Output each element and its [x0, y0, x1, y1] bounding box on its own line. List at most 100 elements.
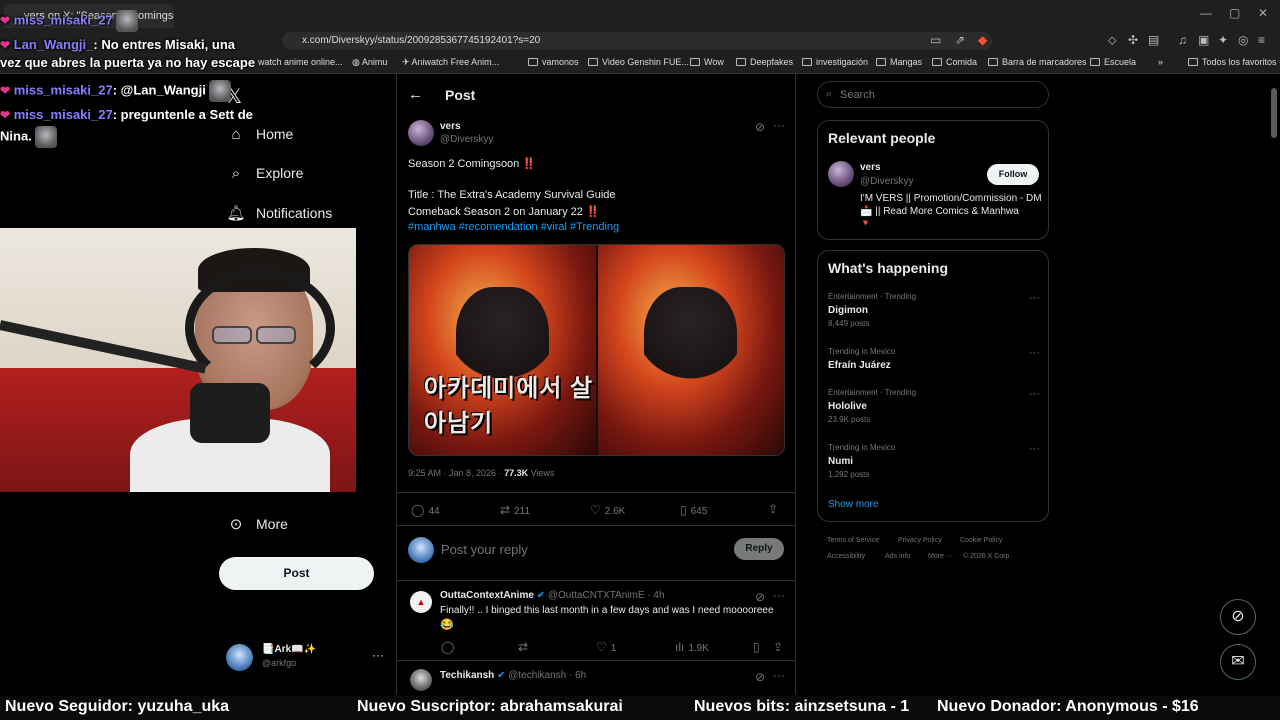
bookmark-folder[interactable]: Comida [932, 57, 977, 67]
bookmark-folder[interactable]: Mangas [876, 57, 922, 67]
reply-input[interactable]: Post your reply [441, 542, 528, 557]
footer-link[interactable]: Privacy Policy [898, 537, 942, 544]
trend-more-icon[interactable]: ··· [1029, 292, 1040, 304]
sidebar-icon[interactable]: ▤ [1148, 33, 1159, 47]
leo-icon[interactable]: ✦ [1218, 33, 1228, 47]
reply-views-action[interactable]: ılı 1.9K [675, 640, 709, 654]
grok-icon[interactable]: ⊘ [755, 120, 765, 134]
person-avatar[interactable] [828, 161, 854, 187]
footer-link[interactable]: Terms of Service [827, 537, 879, 544]
music-icon[interactable]: ♫ [1178, 33, 1187, 47]
account-switcher[interactable]: 📑Ark📖✨ @arkfgo ··· [226, 644, 384, 674]
folder-icon [802, 58, 812, 66]
reply-author-name[interactable]: OuttaContextAnime [440, 590, 534, 601]
grok-icon[interactable]: ⊘ [755, 590, 765, 604]
wallet-icon[interactable]: ▣ [1198, 33, 1209, 47]
author-handle[interactable]: @Diverskyy [440, 134, 494, 145]
repost-action[interactable]: ⇄ 211 [500, 503, 530, 517]
reply-button[interactable]: Reply [734, 538, 784, 560]
trend-item[interactable]: Trending in Mexico Numi 1,292 posts ··· [828, 443, 1040, 483]
tweet-media[interactable]: 아카데미에서 살아남기 [408, 244, 785, 456]
bookmark-folder[interactable]: vamonos [528, 57, 579, 67]
tweet-timestamp[interactable]: 9:25 AM · Jan 8, 2026 · [408, 468, 504, 478]
footer-link[interactable]: More ··· [928, 553, 953, 560]
footer-link[interactable]: Ads info [885, 553, 910, 560]
reply-author-handle[interactable]: @techikansh · 6h [508, 670, 586, 681]
all-bookmarks[interactable]: Todos los favoritos [1188, 57, 1277, 67]
reply-bookmark-action[interactable]: ▯ [753, 640, 764, 654]
close-window-icon[interactable]: ✕ [1258, 6, 1268, 20]
nav-home[interactable]: ⌂ Home [226, 126, 293, 143]
bookmark-label: Barra de marcadores [1002, 57, 1087, 67]
bookmark-folder[interactable]: Wow [690, 57, 724, 67]
back-arrow-icon[interactable]: ← [408, 86, 423, 103]
bookmark-item[interactable]: watch anime online... [258, 57, 343, 67]
share-icon[interactable]: ⇗ [955, 33, 965, 47]
emote-icon [35, 126, 58, 148]
post-button[interactable]: Post [219, 557, 374, 590]
screenshot-icon[interactable]: ▭ [930, 33, 941, 47]
share-action[interactable]: ⇪ [768, 502, 782, 516]
bio-emoji: 🔻 [860, 218, 872, 228]
trend-item[interactable]: Entertainment · Trending Hololive 23.9K … [828, 388, 1040, 428]
more-bookmarks-icon[interactable]: » [1158, 57, 1163, 67]
nav-more[interactable]: ⊙ More [226, 515, 288, 533]
nav-explore[interactable]: ⌕ Explore [226, 165, 304, 182]
menu-icon[interactable]: ≡ [1258, 33, 1265, 47]
show-more-link[interactable]: Show more [828, 499, 879, 510]
reply-more-icon[interactable]: ··· [773, 588, 785, 602]
address-bar[interactable]: x.com/Diverskyy/status/20092853677451924… [282, 32, 992, 50]
messages-fab-icon[interactable]: ✉ [1220, 644, 1256, 680]
bookmark-globe-icon: ◍ [352, 57, 362, 67]
bookmark-item[interactable]: ✈ Aniwatch Free Anim... [402, 57, 499, 68]
scrollbar-thumb[interactable] [1271, 88, 1277, 138]
reply-like-action[interactable]: ♡ 1 [596, 640, 616, 654]
reply-comment-action[interactable]: ◯ [441, 640, 458, 654]
tweet-hashtags[interactable]: #manhwa #recomendation #viral #Trending [408, 221, 619, 233]
person-name[interactable]: vers [860, 162, 881, 173]
vpn-icon[interactable]: ◎ [1238, 33, 1248, 47]
media-image-left[interactable]: 아카데미에서 살아남기 [409, 245, 596, 455]
bookmark-item[interactable]: ◍ Animu [352, 57, 387, 68]
account-more-icon[interactable]: ··· [372, 648, 384, 662]
footer-link[interactable]: Accessibility [827, 553, 865, 560]
puzzle-icon[interactable]: ✣ [1128, 33, 1138, 47]
grok-icon[interactable]: ⊘ [755, 670, 765, 684]
bookmark-action[interactable]: ▯ 645 [680, 503, 707, 517]
brave-shield-icon[interactable]: ◆ [978, 33, 987, 47]
bookmark-folder[interactable]: Video Genshin FUE... [588, 57, 689, 67]
reply-author-name[interactable]: Techikansh [440, 670, 494, 681]
grok-fab-icon[interactable]: ⊘ [1220, 599, 1256, 635]
trend-more-icon[interactable]: ··· [1029, 443, 1040, 455]
reply-avatar[interactable]: ▲ [410, 591, 432, 613]
author-avatar[interactable] [408, 120, 434, 146]
reply-avatar[interactable] [410, 669, 432, 691]
bell-icon: 🔔︎ [226, 205, 246, 222]
extension-icon[interactable]: ⬦ [1108, 33, 1116, 48]
media-image-right[interactable] [597, 245, 784, 455]
person-handle[interactable]: @Diverskyy [860, 176, 914, 187]
search-input[interactable]: ⌕ Search [817, 81, 1049, 108]
trend-item[interactable]: Entertainment · Trending Digimon 8,449 p… [828, 292, 1040, 332]
minimize-icon[interactable]: — [1200, 6, 1212, 20]
nav-notifications[interactable]: 🔔︎ Notifications [226, 204, 332, 222]
reply-more-icon[interactable]: ··· [773, 668, 785, 682]
author-name[interactable]: vers [440, 121, 461, 132]
trend-more-icon[interactable]: ··· [1029, 388, 1040, 400]
tweet-more-icon[interactable]: ··· [773, 118, 785, 132]
maximize-icon[interactable]: ▢ [1229, 6, 1240, 20]
search-icon: ⌕ [231, 165, 241, 182]
bookmark-folder[interactable]: investigación [802, 57, 868, 67]
reply-repost-action[interactable]: ⇄ [518, 640, 532, 654]
trend-more-icon[interactable]: ··· [1029, 347, 1040, 359]
bookmark-folder[interactable]: Deepfakes [736, 57, 793, 67]
reply-share-action[interactable]: ⇪ [773, 640, 787, 654]
footer-link[interactable]: Cookie Policy [960, 537, 1002, 544]
trend-item[interactable]: Trending in Mexico Efraín Juárez ··· [828, 347, 1040, 377]
bookmark-folder[interactable]: Barra de marcadores [988, 57, 1087, 67]
like-action[interactable]: ♡ 2.6K [590, 503, 625, 517]
follow-button[interactable]: Follow [987, 164, 1039, 185]
reply-action[interactable]: ◯ 44 [411, 503, 440, 517]
bookmark-folder[interactable]: Escuela [1090, 57, 1136, 67]
reply-author-handle[interactable]: @OuttaCNTXTAnimE · 4h [548, 590, 665, 601]
